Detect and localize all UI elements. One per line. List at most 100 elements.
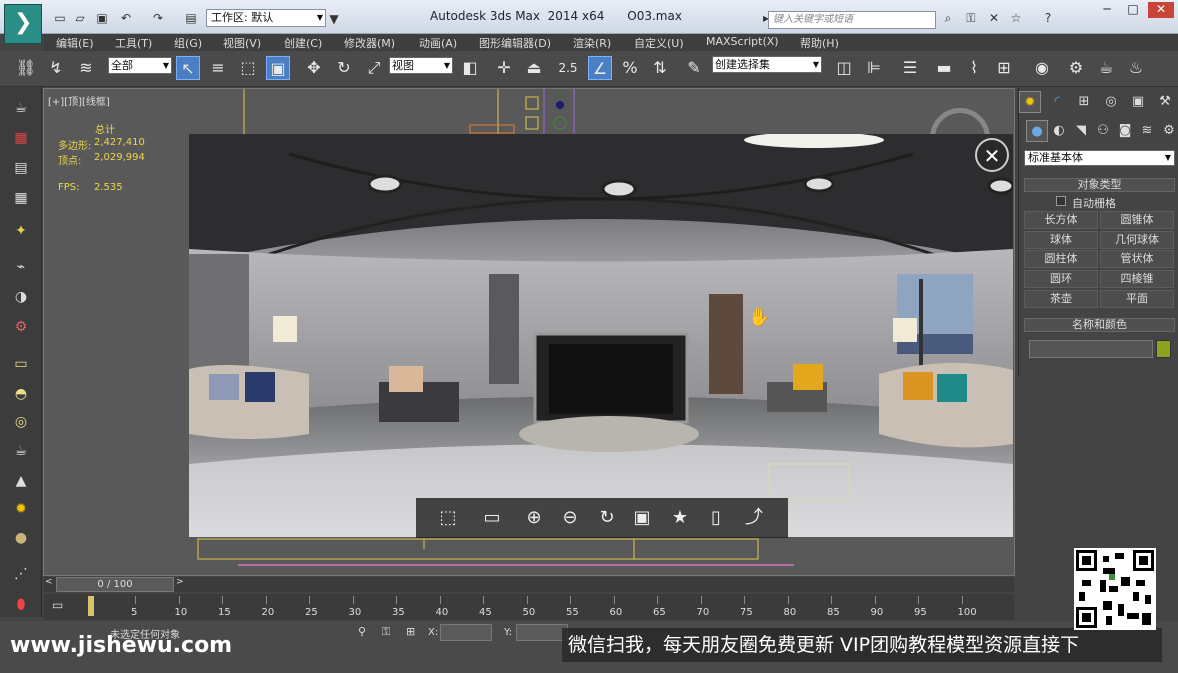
new-file-icon[interactable]: ▭ xyxy=(52,10,68,26)
lights-category-icon[interactable]: ◥ xyxy=(1070,120,1092,142)
device-icon[interactable]: ▯ xyxy=(704,506,728,530)
object-name-input[interactable] xyxy=(1029,340,1153,358)
menu-modifiers[interactable]: 修改器(M) xyxy=(344,35,395,51)
bookmark-icon[interactable]: ★ xyxy=(668,506,692,530)
menu-tools[interactable]: 工具(T) xyxy=(115,35,152,51)
box-button[interactable]: 长方体 xyxy=(1024,211,1098,229)
menu-customize[interactable]: 自定义(U) xyxy=(634,35,684,51)
redo-icon[interactable]: ↷ xyxy=(150,10,166,26)
time-next-icon[interactable]: > xyxy=(176,577,186,592)
object-color-swatch[interactable] xyxy=(1156,340,1171,358)
absolute-mode-icon[interactable]: ⊞ xyxy=(406,625,415,638)
layer-manager-icon[interactable]: ☰ xyxy=(898,56,922,80)
rect-selection-icon[interactable]: ⬚ xyxy=(236,56,260,80)
torus-icon[interactable]: ◎ xyxy=(10,411,32,433)
select-object-icon[interactable]: ↖ xyxy=(176,56,200,80)
fullscreen-icon[interactable]: ▭ xyxy=(480,506,504,530)
move-icon[interactable]: ✥ xyxy=(302,56,326,80)
close-button[interactable]: ✕ xyxy=(1148,2,1174,18)
scale-icon[interactable]: ⤢ xyxy=(362,56,386,80)
panorama-close-button[interactable]: ✕ xyxy=(975,138,1009,172)
ball-icon[interactable]: ● xyxy=(10,527,32,549)
sphere-tool-icon[interactable]: ◑ xyxy=(10,286,32,308)
rendered-frame-icon[interactable]: ☕ xyxy=(1094,56,1118,80)
object-type-rollout[interactable]: 对象类型 xyxy=(1024,178,1175,192)
lock-selection-icon[interactable]: ⚲ xyxy=(358,625,366,638)
film-tool-icon[interactable]: ⚙ xyxy=(10,316,32,338)
project-folder-icon[interactable]: ▤ xyxy=(183,10,199,26)
menu-maxscript[interactable]: MAXScript(X) xyxy=(706,35,779,48)
systems-category-icon[interactable]: ⚙ xyxy=(1158,120,1178,142)
fit-icon[interactable]: ⬚ xyxy=(436,506,460,530)
spinner-snap-icon[interactable]: ⇅ xyxy=(648,56,672,80)
cone-icon[interactable]: ▲ xyxy=(10,470,32,492)
cameras-category-icon[interactable]: ⚇ xyxy=(1092,120,1114,142)
sun-icon[interactable]: ✹ xyxy=(10,498,32,520)
light-tool-icon[interactable]: ✦ xyxy=(10,220,32,242)
subscription-icon[interactable]: ⚿ xyxy=(963,10,979,26)
select-by-name-icon[interactable]: ≡ xyxy=(206,56,230,80)
cylinder-button[interactable]: 圆柱体 xyxy=(1024,250,1098,268)
undo-icon[interactable]: ↶ xyxy=(118,10,134,26)
menu-edit[interactable]: 编辑(E) xyxy=(56,35,94,51)
selection-filter-dropdown[interactable]: 全部 ▼ xyxy=(108,57,172,74)
primitive-type-dropdown[interactable]: 标准基本体 ▼ xyxy=(1024,150,1175,166)
helpers-category-icon[interactable]: ◙ xyxy=(1114,120,1136,142)
align-icon[interactable]: ⊫ xyxy=(862,56,886,80)
shapes-category-icon[interactable]: ◐ xyxy=(1048,120,1070,142)
geometry-category-icon[interactable]: ● xyxy=(1026,120,1048,142)
display-tab-icon[interactable]: ▣ xyxy=(1127,91,1149,113)
window-crossing-icon[interactable]: ▣ xyxy=(266,56,290,80)
menu-group[interactable]: 组(G) xyxy=(174,35,202,51)
x-coord-field[interactable] xyxy=(440,624,492,641)
cone-button[interactable]: 圆锥体 xyxy=(1100,211,1174,229)
lock-icon[interactable]: ⚿ xyxy=(382,625,390,639)
rotate-icon[interactable]: ↻ xyxy=(332,56,356,80)
rotate-view-icon[interactable]: ↻ xyxy=(595,506,619,530)
menu-create[interactable]: 创建(C) xyxy=(284,35,322,51)
motion-tab-icon[interactable]: ◎ xyxy=(1100,91,1122,113)
communication-icon[interactable]: ✕ xyxy=(986,10,1002,26)
workspace-arrow-icon[interactable]: ▼ xyxy=(328,11,340,27)
plane-button[interactable]: 平面 xyxy=(1100,290,1174,308)
camera-tool-icon[interactable]: ⌁ xyxy=(10,256,32,278)
named-selection-dropdown[interactable]: 创建选择集 ▼ xyxy=(712,56,822,73)
time-prev-icon[interactable]: < xyxy=(45,577,55,592)
curve-editor-icon[interactable]: ⌇ xyxy=(962,56,986,80)
open-file-icon[interactable]: ▱ xyxy=(72,10,88,26)
teapot-button[interactable]: 茶壶 xyxy=(1024,290,1098,308)
pivot-center-icon[interactable]: ◧ xyxy=(458,56,482,80)
percent-snap-icon[interactable]: % xyxy=(618,56,642,80)
y-coord-field[interactable] xyxy=(516,624,568,641)
sphere-button[interactable]: 球体 xyxy=(1024,231,1098,249)
link-icon[interactable]: ⛓ xyxy=(14,56,38,80)
panorama-image[interactable] xyxy=(189,134,1013,537)
utilities-tab-icon[interactable]: ⚒ xyxy=(1154,91,1176,113)
zoom-in-icon[interactable]: ⊕ xyxy=(522,506,546,530)
render-production-icon[interactable]: ♨ xyxy=(1124,56,1148,80)
keyboard-shortcut-icon[interactable]: ⏏ xyxy=(522,56,546,80)
hierarchy-tab-icon[interactable]: ⊞ xyxy=(1073,91,1095,113)
render-tool-icon[interactable]: ▦ xyxy=(10,127,32,149)
snaps-toggle[interactable]: 2.5 xyxy=(556,56,580,80)
share-icon[interactable]: ⤴ xyxy=(742,506,766,530)
menu-animation[interactable]: 动画(A) xyxy=(419,35,457,51)
torus-button[interactable]: 圆环 xyxy=(1024,270,1098,288)
edit-named-selection-icon[interactable]: ✎ xyxy=(682,56,706,80)
bind-space-warp-icon[interactable]: ≋ xyxy=(74,56,98,80)
zoom-out-icon[interactable]: ⊖ xyxy=(558,506,582,530)
curve-editor-mini-icon[interactable]: ▭ xyxy=(52,598,72,614)
teapot-tool-icon[interactable]: ☕ xyxy=(10,97,32,119)
modify-tab-icon[interactable]: ◜ xyxy=(1046,91,1068,113)
graphite-ribbon-icon[interactable]: ▬ xyxy=(932,56,956,80)
box-shape-icon[interactable]: ▭ xyxy=(10,353,32,375)
geosphere-button[interactable]: 几何球体 xyxy=(1100,231,1174,249)
viewport-label[interactable]: [+][顶][线框] xyxy=(48,93,110,108)
time-slider-track[interactable] xyxy=(44,577,1014,592)
binoculars-icon[interactable]: ⌕ xyxy=(940,10,956,26)
help-icon[interactable]: ? xyxy=(1040,10,1056,26)
tube-button[interactable]: 管状体 xyxy=(1100,250,1174,268)
menu-views[interactable]: 视图(V) xyxy=(223,35,261,51)
minimize-button[interactable]: ─ xyxy=(1094,2,1120,18)
capsule-icon[interactable]: ⬮ xyxy=(10,594,32,616)
